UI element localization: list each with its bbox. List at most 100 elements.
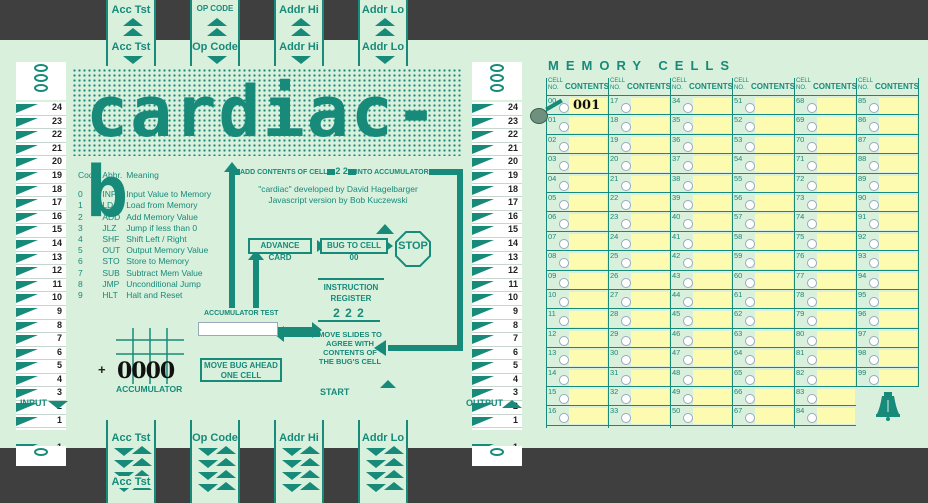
top-slide-3[interactable]: Addr Lo Addr Lo	[358, 0, 408, 66]
cell-contents[interactable]	[817, 350, 855, 367]
memory-cell[interactable]: 67	[733, 406, 794, 426]
memory-cell[interactable]: 11	[547, 309, 608, 329]
memory-cell[interactable]: 32	[609, 387, 670, 407]
memory-cell[interactable]: 60	[733, 271, 794, 290]
eye-icon[interactable]	[34, 448, 48, 456]
cell-contents[interactable]	[631, 136, 669, 153]
cell-contents[interactable]	[817, 233, 855, 250]
cell-contents[interactable]	[569, 311, 607, 328]
memory-cell[interactable]: 23	[609, 212, 670, 232]
memory-cell[interactable]: 20	[609, 154, 670, 174]
cell-contents[interactable]	[631, 233, 669, 250]
slide-arrow-down-icon[interactable]	[366, 460, 386, 468]
cell-contents[interactable]	[817, 117, 855, 134]
memory-cell[interactable]: 07	[547, 232, 608, 252]
memory-cell[interactable]: 08	[547, 251, 608, 271]
eye-icon[interactable]	[490, 74, 504, 82]
cell-contents[interactable]	[693, 98, 731, 114]
cell-contents[interactable]	[693, 272, 731, 289]
memory-cell[interactable]: 45	[671, 309, 732, 329]
slide-arrow-down-icon[interactable]	[375, 56, 395, 64]
cell-contents[interactable]	[879, 369, 917, 386]
memory-cell[interactable]: 27	[609, 290, 670, 310]
cell-contents[interactable]	[755, 175, 793, 192]
cell-contents[interactable]	[631, 214, 669, 231]
stop-button[interactable]: STOP	[396, 238, 430, 254]
output-card-strip[interactable]: 2423222120191817161514131211109876543211	[472, 102, 522, 456]
cell-contents[interactable]	[631, 311, 669, 328]
cell-contents[interactable]	[693, 389, 731, 405]
memory-cell[interactable]: 03	[547, 154, 608, 174]
memory-cell[interactable]: 84	[795, 406, 856, 426]
cell-contents[interactable]	[693, 292, 731, 308]
memory-cell[interactable]: 06	[547, 212, 608, 232]
memory-cell[interactable]: 34	[671, 96, 732, 116]
memory-cell[interactable]: 89	[857, 174, 918, 193]
eye-icon[interactable]	[490, 84, 504, 92]
cell-contents[interactable]	[817, 389, 855, 405]
memory-cell[interactable]: 17	[609, 96, 670, 116]
cell-contents[interactable]	[631, 272, 669, 289]
cell-contents[interactable]	[631, 175, 669, 192]
cell-contents[interactable]	[817, 195, 855, 211]
cell-contents[interactable]	[569, 330, 607, 347]
memory-cell[interactable]: 76	[795, 251, 856, 271]
bottom-slide-1[interactable]: Op Code	[190, 420, 240, 503]
cell-contents[interactable]	[569, 408, 607, 425]
eye-icon[interactable]	[490, 448, 504, 456]
cell-contents[interactable]	[693, 311, 731, 328]
slide-arrow-up-icon[interactable]	[384, 482, 404, 490]
memory-cell[interactable]: 15	[547, 387, 608, 407]
cell-contents[interactable]	[631, 253, 669, 270]
memory-cell[interactable]: 87	[857, 135, 918, 155]
memory-cell[interactable]: 25	[609, 251, 670, 271]
slide-arrow-up-icon[interactable]	[291, 18, 311, 26]
memory-cell[interactable]: 04	[547, 174, 608, 193]
cell-contents[interactable]	[693, 369, 731, 386]
memory-cell[interactable]: 48	[671, 368, 732, 387]
cell-contents[interactable]	[879, 292, 917, 308]
cell-contents[interactable]	[631, 350, 669, 367]
memory-cell[interactable]: 19	[609, 135, 670, 155]
cell-contents[interactable]	[879, 311, 917, 328]
memory-cell[interactable]: 94	[857, 271, 918, 290]
slide-arrow-down-icon[interactable]	[198, 472, 218, 480]
memory-cell[interactable]: 41	[671, 232, 732, 252]
cell-contents[interactable]	[693, 233, 731, 250]
memory-cell[interactable]: 54	[733, 154, 794, 174]
slide-arrow-down-icon[interactable]	[366, 484, 386, 492]
cell-contents[interactable]	[817, 253, 855, 270]
memory-cell[interactable]: 68	[795, 96, 856, 116]
memory-cell[interactable]: 10	[547, 290, 608, 310]
memory-cell[interactable]: 18	[609, 115, 670, 135]
cell-contents[interactable]	[879, 175, 917, 192]
slide-arrow-down-icon[interactable]	[282, 448, 302, 456]
cell-contents[interactable]	[631, 195, 669, 211]
slide-arrow-up-icon[interactable]	[291, 28, 311, 36]
cell-contents[interactable]	[569, 136, 607, 153]
memory-cell[interactable]: 83	[795, 387, 856, 407]
memory-cell[interactable]: 90	[857, 193, 918, 213]
memory-cell[interactable]: 16	[547, 406, 608, 426]
bug-to-cell-00-button[interactable]: BUG TO CELL 00	[320, 238, 388, 262]
memory-cell[interactable]: 78	[795, 290, 856, 310]
cell-contents[interactable]	[631, 408, 669, 425]
cell-contents[interactable]	[631, 156, 669, 173]
slide-arrow-up-icon[interactable]	[132, 458, 152, 466]
cell-contents[interactable]	[755, 136, 793, 153]
slide-arrow-up-icon[interactable]	[300, 482, 320, 490]
cell-contents[interactable]	[569, 117, 607, 134]
cell-contents[interactable]	[879, 350, 917, 367]
slide-arrow-up-icon[interactable]	[216, 446, 236, 454]
cell-contents[interactable]	[755, 156, 793, 173]
slide-arrow-up-icon[interactable]	[300, 458, 320, 466]
cell-contents[interactable]	[755, 233, 793, 250]
slide-arrow-up-icon[interactable]	[375, 18, 395, 26]
slide-arrow-down-icon[interactable]	[282, 484, 302, 492]
memory-cell[interactable]: 50	[671, 406, 732, 426]
cell-contents[interactable]	[817, 369, 855, 386]
cell-contents[interactable]	[879, 156, 917, 173]
slide-arrow-up-icon[interactable]	[123, 28, 143, 36]
slide-arrow-up-icon[interactable]	[384, 470, 404, 478]
cell-contents[interactable]	[569, 233, 607, 250]
